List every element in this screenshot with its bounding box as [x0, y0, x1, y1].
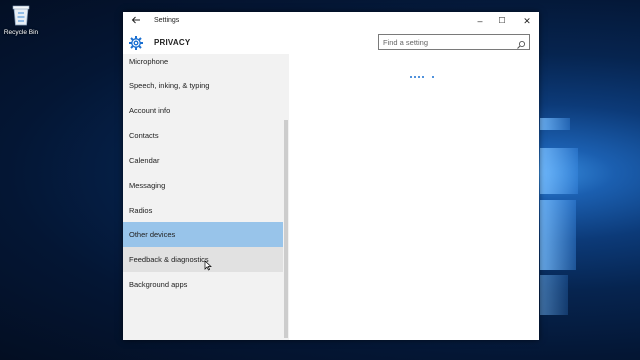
search-input[interactable] — [383, 37, 511, 48]
sidebar-item-background-apps[interactable]: Background apps — [123, 272, 283, 297]
loading-dot — [410, 76, 412, 78]
sidebar-item-feedback-diagnostics[interactable]: Feedback & diagnostics — [123, 247, 283, 272]
minimize-button[interactable]: – — [469, 14, 491, 28]
loading-dot — [418, 76, 420, 78]
maximize-button[interactable]: ☐ — [491, 14, 513, 28]
search-box[interactable] — [378, 34, 530, 50]
sidebar-item-calendar[interactable]: Calendar — [123, 148, 283, 173]
search-icon[interactable] — [516, 37, 526, 49]
recycle-bin-shortcut[interactable]: Recycle Bin — [2, 4, 40, 36]
window-title: Settings — [154, 17, 180, 24]
sidebar-item-account-info[interactable]: Account info — [123, 98, 283, 123]
loading-dot — [432, 76, 434, 78]
title-bar: Settings – ☐ ✕ — [123, 12, 539, 30]
sidebar-item-speech-inking-typing[interactable]: Speech, inking, & typing — [123, 73, 283, 98]
privacy-nav-sidebar: Microphone Speech, inking, & typing Acco… — [123, 54, 289, 340]
sidebar-item-contacts[interactable]: Contacts — [123, 123, 283, 148]
sidebar-item-microphone[interactable]: Microphone — [123, 54, 283, 74]
back-button[interactable] — [131, 15, 141, 28]
content-pane — [289, 54, 539, 340]
settings-window: Settings – ☐ ✕ PRIVACY Microphone — [123, 12, 539, 340]
sidebar-item-messaging[interactable]: Messaging — [123, 173, 283, 198]
sidebar-scrollbar[interactable] — [284, 120, 288, 338]
wallpaper-light-ray — [540, 118, 570, 130]
arrow-left-icon — [131, 16, 140, 24]
recycle-bin-icon — [11, 4, 31, 26]
sidebar-item-other-devices[interactable]: Other devices — [123, 222, 283, 247]
wallpaper-light-ray — [540, 148, 578, 194]
page-title: PRIVACY — [154, 38, 191, 47]
wallpaper-light-ray — [540, 275, 568, 315]
loading-dot — [414, 76, 416, 78]
recycle-bin-label: Recycle Bin — [3, 29, 39, 36]
close-button[interactable]: ✕ — [516, 14, 538, 28]
wallpaper-light-ray — [540, 200, 576, 270]
loading-dot — [422, 76, 424, 78]
mouse-cursor-icon — [204, 260, 212, 271]
gear-icon — [128, 35, 144, 51]
sidebar-item-radios[interactable]: Radios — [123, 198, 283, 223]
